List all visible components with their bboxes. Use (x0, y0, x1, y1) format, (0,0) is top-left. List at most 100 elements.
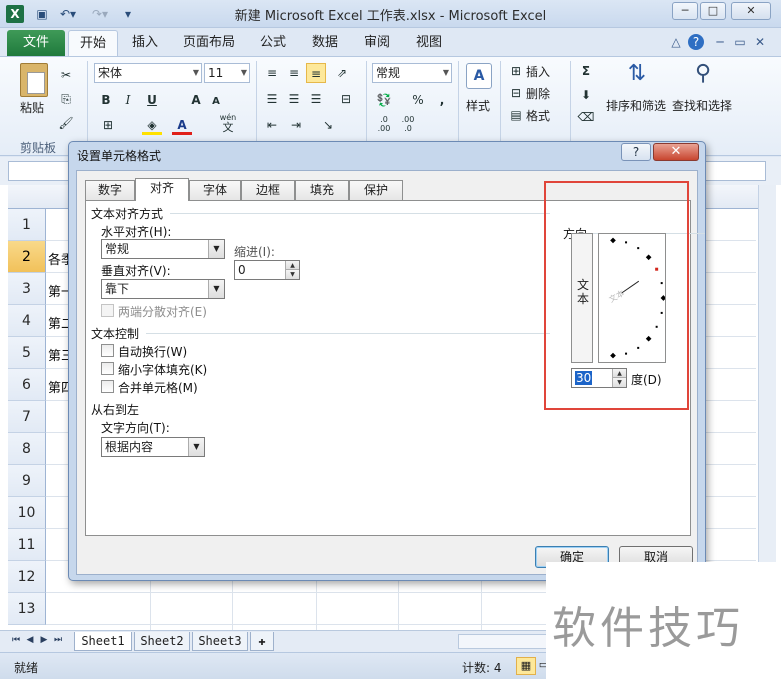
tab-page-layout[interactable]: 页面布局 (178, 30, 240, 56)
doc-restore-icon[interactable]: ▭ (732, 34, 748, 50)
spin-up-icon[interactable]: ▲ (285, 261, 299, 270)
doc-close-icon[interactable]: ✕ (752, 34, 768, 50)
help-icon[interactable]: ? (688, 34, 704, 50)
find-select-label[interactable]: 查找和选择 (672, 97, 732, 114)
fill-color-icon[interactable]: ◈ (142, 115, 162, 135)
minimize-ribbon-icon[interactable]: △ (668, 34, 684, 50)
text-direction-icon[interactable]: ↘ (318, 115, 338, 135)
tab-font[interactable]: 字体 (189, 180, 241, 200)
row-header[interactable]: 11 (8, 529, 46, 561)
border-icon[interactable]: ⊞ (98, 115, 118, 135)
horizontal-align-select[interactable]: 常规 ▼ (101, 239, 225, 259)
currency-icon[interactable]: 💱 (374, 90, 394, 110)
increase-decimal-button[interactable]: .0 .00 (374, 115, 394, 135)
tab-formulas[interactable]: 公式 (252, 30, 294, 56)
row-header[interactable]: 5 (8, 337, 46, 369)
paste-button-label[interactable]: 粘贴 (20, 99, 44, 116)
justify-distributed-checkbox[interactable] (101, 304, 114, 317)
new-sheet-icon[interactable]: ✚ (250, 632, 274, 651)
delete-cells-icon[interactable]: ⊟ (506, 83, 526, 103)
font-color-icon[interactable]: A (172, 115, 192, 135)
copy-icon[interactable]: ⎘ (56, 89, 76, 109)
percent-button[interactable]: % (408, 90, 428, 110)
text-direction-select[interactable]: 根据内容 ▼ (101, 437, 205, 457)
font-size-combo[interactable]: 11 ▼ (204, 63, 250, 83)
sheet-tab-3[interactable]: Sheet3 (192, 632, 248, 651)
row-header[interactable]: 10 (8, 497, 46, 529)
decrease-decimal-button[interactable]: .00 .0 (398, 115, 418, 135)
sort-filter-icon[interactable]: ⇅ (622, 61, 652, 91)
insert-cells-label[interactable]: 插入 (526, 63, 550, 80)
font-name-combo[interactable]: 宋体 ▼ (94, 63, 202, 83)
dialog-help-button[interactable]: ? (621, 143, 651, 161)
cut-icon[interactable]: ✂ (56, 65, 76, 85)
align-top-icon[interactable]: ≡ (262, 63, 282, 83)
tab-alignment[interactable]: 对齐 (135, 178, 189, 201)
orientation-icon[interactable]: ⇗ (332, 63, 352, 83)
shrink-to-fit-checkbox[interactable] (101, 362, 114, 375)
comma-button[interactable]: , (432, 90, 452, 110)
align-right-icon[interactable]: ☰ (306, 89, 326, 109)
align-center-icon[interactable]: ☰ (284, 89, 304, 109)
row-header[interactable]: 3 (8, 273, 46, 305)
close-window-button[interactable]: ✕ (731, 2, 771, 20)
doc-minimize-icon[interactable]: ─ (712, 34, 728, 50)
normal-view-icon[interactable]: ▦ (516, 657, 536, 675)
align-middle-icon[interactable]: ≡ (284, 63, 304, 83)
insert-cells-icon[interactable]: ⊞ (506, 61, 526, 81)
tab-file[interactable]: 文件 (7, 30, 65, 56)
tab-view[interactable]: 视图 (408, 30, 450, 56)
styles-button-label[interactable]: 样式 (466, 97, 490, 114)
row-header[interactable]: 9 (8, 465, 46, 497)
format-cells-icon[interactable]: ▤ (506, 105, 526, 125)
tab-review[interactable]: 审阅 (356, 30, 398, 56)
wrap-text-checkbox[interactable] (101, 344, 114, 357)
merge-center-icon[interactable]: ⊟ (336, 89, 356, 109)
last-sheet-icon[interactable]: ⏭ (52, 635, 64, 645)
tab-border[interactable]: 边框 (241, 180, 295, 200)
clear-icon[interactable]: ⌫ (576, 107, 596, 127)
row-header[interactable]: 4 (8, 305, 46, 337)
maximize-button[interactable]: □ (700, 2, 726, 20)
next-sheet-icon[interactable]: ▶ (38, 635, 50, 645)
minimize-button[interactable]: ─ (672, 2, 698, 20)
number-format-combo[interactable]: 常规 ▼ (372, 63, 452, 83)
grow-font-button[interactable]: A (186, 90, 206, 110)
row-header[interactable]: 13 (8, 593, 46, 625)
phonetic-icon[interactable]: wén 文 (218, 113, 238, 133)
autosum-icon[interactable]: Σ (576, 61, 596, 81)
row-header[interactable]: 1 (8, 209, 46, 241)
indent-stepper[interactable]: 0 ▲ ▼ (234, 260, 300, 280)
sheet-tab-1[interactable]: Sheet1 (74, 632, 132, 651)
increase-indent-icon[interactable]: ⇥ (286, 115, 306, 135)
format-cells-label[interactable]: 格式 (526, 107, 550, 124)
first-sheet-icon[interactable]: ⏮ (10, 635, 22, 645)
row-header[interactable]: 8 (8, 433, 46, 465)
tab-insert[interactable]: 插入 (124, 30, 166, 56)
sheet-tab-2[interactable]: Sheet2 (134, 632, 190, 651)
merge-cells-checkbox[interactable] (101, 380, 114, 393)
tab-fill[interactable]: 填充 (295, 180, 349, 200)
italic-button[interactable]: I (118, 90, 138, 110)
bold-button[interactable]: B (96, 90, 116, 110)
styles-icon[interactable]: A (466, 63, 492, 89)
dialog-close-button[interactable]: ✕ (653, 143, 699, 161)
sort-filter-label[interactable]: 排序和筛选 (606, 97, 666, 114)
underline-button[interactable]: U (142, 90, 162, 110)
align-bottom-icon[interactable]: ≡ (306, 63, 326, 83)
paste-icon[interactable] (20, 63, 48, 97)
row-header[interactable]: 6 (8, 369, 46, 401)
tab-home[interactable]: 开始 (68, 30, 118, 56)
decrease-indent-icon[interactable]: ⇤ (262, 115, 282, 135)
row-header[interactable]: 7 (8, 401, 46, 433)
shrink-font-button[interactable]: A (206, 92, 226, 112)
fill-icon[interactable]: ⬇ (576, 85, 596, 105)
row-header[interactable]: 12 (8, 561, 46, 593)
format-painter-icon[interactable]: 🖌 (56, 113, 76, 133)
delete-cells-label[interactable]: 删除 (526, 85, 550, 102)
spin-down-icon[interactable]: ▼ (285, 270, 299, 279)
tab-number[interactable]: 数字 (85, 180, 135, 200)
tab-protection[interactable]: 保护 (349, 180, 403, 200)
binoculars-icon[interactable]: ⚲ (688, 61, 718, 91)
vertical-align-select[interactable]: 靠下 ▼ (101, 279, 225, 299)
